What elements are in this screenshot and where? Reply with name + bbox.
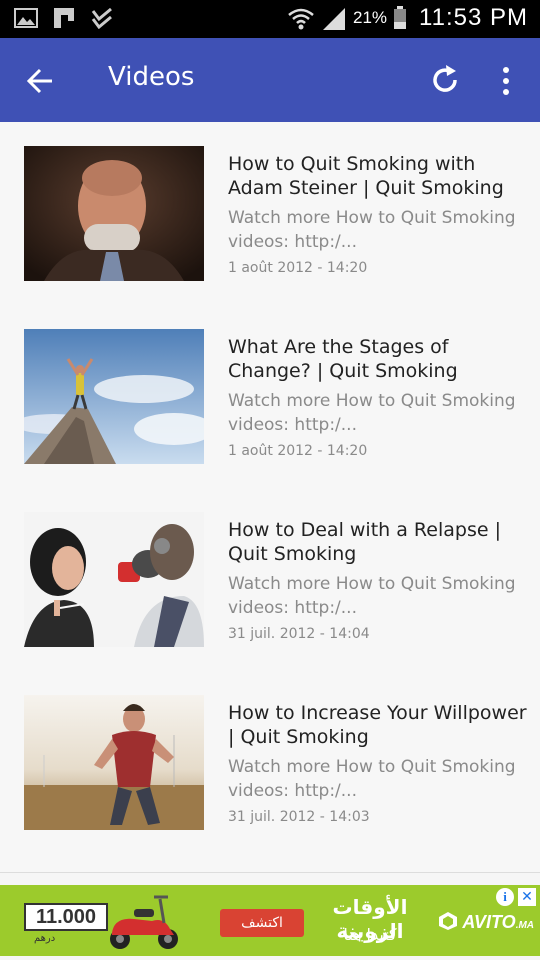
video-thumbnail[interactable] [24,695,204,830]
video-date: 1 août 2012 - 14:20 [228,443,368,459]
ad-banner[interactable]: 11.000 درهم اكتشف الأوقات الزوينة كتبدا … [0,885,540,956]
page-title: Videos [108,62,195,92]
flipboard-icon [54,8,74,28]
refresh-icon[interactable] [428,62,462,98]
ad-info-icon[interactable]: i [496,888,514,906]
video-thumbnail[interactable] [24,329,204,464]
video-date: 31 juil. 2012 - 14:04 [228,626,370,642]
task-check-icon [91,7,112,29]
signal-icon [323,8,346,30]
video-title: How to Quit Smoking with Adam Steiner | … [228,153,504,199]
ad-brand-name: AVITO [462,912,516,932]
clock: 11:53 PM [419,4,528,31]
status-bar-system: 21% 11:53 PM [287,4,528,32]
app-bar: Videos [0,38,540,122]
ad-slogan-secondary: كتبدا هنا [343,925,397,944]
video-title: What Are the Stages of Change? | Quit Sm… [228,336,458,382]
video-description: Watch more How to Quit Smoking videos: h… [228,574,516,618]
video-title: How to Deal with a Relapse | Quit Smokin… [228,519,501,565]
video-list-item[interactable]: What Are the Stages of Change? | Quit Sm… [0,305,540,488]
video-list-item[interactable]: How to Deal with a Relapse | Quit Smokin… [0,488,540,671]
ad-price: 11.000 [24,903,108,931]
video-thumbnail[interactable] [24,512,204,647]
video-list: How to Quit Smoking with Adam Steiner | … [0,122,540,872]
video-list-item[interactable]: How to Quit Smoking with Adam Steiner | … [0,122,540,305]
video-thumbnail[interactable] [24,146,204,281]
gallery-icon [14,8,38,28]
ad-brand-logo: AVITO.MA [438,911,538,937]
ad-cta-button[interactable]: اكتشف [220,909,304,937]
ad-close-icon[interactable]: ✕ [518,888,536,906]
video-date: 1 août 2012 - 14:20 [228,260,368,276]
ad-brand-suffix: .MA [515,920,535,931]
video-description: Watch more How to Quit Smoking videos: h… [228,208,516,252]
video-date: 31 juil. 2012 - 14:03 [228,809,370,825]
battery-icon [394,6,407,29]
scooter-image [110,895,178,949]
status-bar: 21% 11:53 PM [0,0,540,38]
status-bar-notifications [14,7,114,29]
video-description: Watch more How to Quit Smoking videos: h… [228,391,516,435]
list-divider [0,872,540,873]
avito-logo-icon [439,912,457,930]
video-description: Watch more How to Quit Smoking videos: h… [228,757,516,801]
video-title: How to Increase Your Willpower | Quit Sm… [228,702,527,748]
battery-percentage: 21% [353,8,388,27]
wifi-icon [288,8,314,30]
back-arrow-icon[interactable] [24,64,58,98]
more-options-icon[interactable] [496,64,516,98]
video-list-item[interactable]: How to Increase Your Willpower | Quit Sm… [0,671,540,854]
ad-currency: درهم [34,933,56,944]
